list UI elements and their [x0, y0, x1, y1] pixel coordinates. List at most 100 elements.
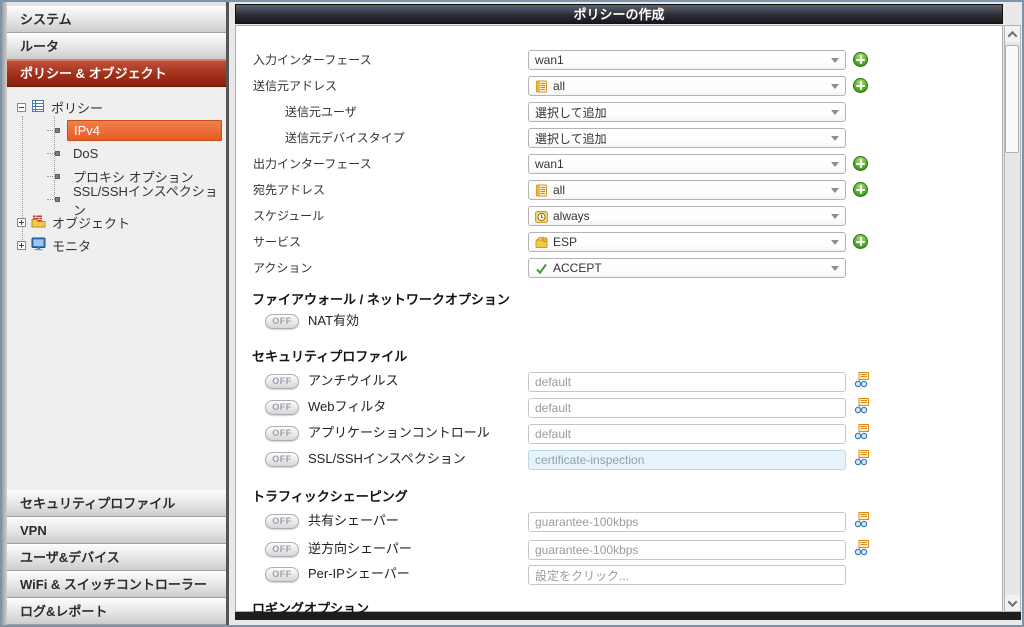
monitor-icon [31, 237, 46, 254]
add-interface-button[interactable] [853, 52, 868, 67]
sidebar-item-router[interactable]: ルータ [7, 33, 226, 60]
chevron-down-icon [831, 136, 839, 141]
field-value: 選択して追加 [535, 130, 607, 147]
tree-leaf-ipv4[interactable]: IPv4 [7, 119, 226, 142]
app-window: システム ルータ ポリシー & オブジェクト ポリシー IPv4 [0, 0, 1024, 627]
tree-leaf-dos[interactable]: DoS [7, 142, 226, 165]
sidebar-item-vpn[interactable]: VPN [7, 517, 226, 544]
add-source-address-button[interactable] [853, 78, 868, 93]
field-value: wan1 [535, 157, 564, 171]
nat-toggle[interactable]: OFF [265, 314, 299, 329]
source-address-label: 送信元アドレス [253, 76, 337, 96]
chevron-down-icon [831, 266, 839, 271]
tree-leaf-label: IPv4 [67, 120, 222, 141]
sidebar-item-security-profiles[interactable]: セキュリティプロファイル [7, 490, 226, 517]
per-ip-shaper-label: Per-IPシェーパー [308, 565, 410, 585]
sidebar-item-wifi-switch-controller[interactable]: WiFi & スイッチコントローラー [7, 571, 226, 598]
sidebar-item-policy-objects[interactable]: ポリシー & オブジェクト [7, 60, 226, 87]
tree-bullet-icon [55, 197, 60, 202]
outgoing-interface-select[interactable]: wan1 [528, 154, 846, 174]
antivirus-profile-input[interactable]: default [528, 372, 846, 392]
main-panel: ポリシーの作成 入力インターフェース wan1 送信元アドレス all 送信元ユ… [232, 2, 1022, 625]
address-book-icon [535, 184, 548, 197]
chevron-up-icon [1008, 30, 1018, 40]
ssl-ssh-inspection-label: SSL/SSHインスペクション [308, 450, 466, 470]
tree-node-label: モニタ [52, 236, 91, 255]
ssl-ssh-inspection-profile-input[interactable]: certificate-inspection [528, 450, 846, 470]
accept-check-icon [535, 262, 548, 275]
section-title-traffic-shaping: トラフィックシェーピング [252, 486, 408, 505]
web-filter-toggle[interactable]: OFF [265, 400, 299, 415]
panel-bottom-band [235, 612, 1021, 620]
add-interface-button[interactable] [853, 156, 868, 171]
chevron-down-icon [831, 240, 839, 245]
source-device-type-select[interactable]: 選択して追加 [528, 128, 846, 148]
tree-leaf-ssl-ssh-inspection[interactable]: SSL/SSHインスペクション [7, 188, 226, 211]
sidebar-item-user-device[interactable]: ユーザ&デバイス [7, 544, 226, 571]
field-value: all [553, 183, 565, 197]
source-user-label: 送信元ユーザ [285, 102, 357, 122]
application-control-toggle[interactable]: OFF [265, 426, 299, 441]
view-shaper-icon[interactable] [854, 512, 870, 528]
chevron-down-icon [831, 58, 839, 63]
per-ip-shaper-input[interactable]: 設定をクリック... [528, 565, 846, 585]
web-filter-profile-input[interactable]: default [528, 398, 846, 418]
tree-node-monitor[interactable]: モニタ [7, 234, 226, 257]
chevron-down-icon [831, 84, 839, 89]
action-select[interactable]: ACCEPT [528, 258, 846, 278]
view-profile-icon[interactable] [854, 450, 870, 466]
application-control-profile-input[interactable]: default [528, 424, 846, 444]
per-ip-shaper-toggle[interactable]: OFF [265, 567, 299, 582]
sidebar: システム ルータ ポリシー & オブジェクト ポリシー IPv4 [2, 2, 229, 625]
field-value: ESP [553, 235, 577, 249]
chevron-down-icon [831, 214, 839, 219]
scrollbar-thumb[interactable] [1005, 45, 1019, 153]
field-value: wan1 [535, 53, 564, 67]
tree-bullet-icon [55, 151, 60, 156]
add-destination-address-button[interactable] [853, 182, 868, 197]
application-control-label: アプリケーションコントロール [308, 424, 490, 444]
antivirus-toggle[interactable]: OFF [265, 374, 299, 389]
expand-plus-icon[interactable] [17, 218, 26, 227]
section-title-firewall-network-options: ファイアウォール / ネットワークオプション [252, 289, 510, 308]
view-profile-icon[interactable] [854, 424, 870, 440]
tree-node-objects[interactable]: オブジェクト [7, 211, 226, 234]
destination-address-label: 宛先アドレス [253, 180, 325, 200]
reverse-shaper-label: 逆方向シェーパー [308, 540, 412, 560]
shared-shaper-toggle[interactable]: OFF [265, 514, 299, 529]
source-address-select[interactable]: all [528, 76, 846, 96]
source-user-select[interactable]: 選択して追加 [528, 102, 846, 122]
destination-address-select[interactable]: all [528, 180, 846, 200]
schedule-select[interactable]: always [528, 206, 846, 226]
view-shaper-icon[interactable] [854, 540, 870, 556]
view-profile-icon[interactable] [854, 398, 870, 414]
service-select[interactable]: ESP [528, 232, 846, 252]
field-value: all [553, 79, 565, 93]
sidebar-item-log-report[interactable]: ログ&レポート [7, 598, 226, 625]
chevron-down-icon [831, 110, 839, 115]
section-title-security-profiles: セキュリティプロファイル [252, 346, 407, 365]
vertical-scrollbar[interactable] [1004, 25, 1021, 612]
view-profile-icon[interactable] [854, 372, 870, 388]
sidebar-item-system[interactable]: システム [7, 6, 226, 33]
add-service-button[interactable] [853, 234, 868, 249]
expand-plus-icon[interactable] [17, 241, 26, 250]
collapse-minus-icon[interactable] [17, 103, 26, 112]
reverse-shaper-input[interactable]: guarantee-100kbps [528, 540, 846, 560]
ssl-ssh-inspection-toggle[interactable]: OFF [265, 452, 299, 467]
chevron-down-icon [831, 162, 839, 167]
incoming-interface-select[interactable]: wan1 [528, 50, 846, 70]
tree-bullet-icon [55, 128, 60, 133]
tree-node-policy[interactable]: ポリシー [7, 96, 226, 119]
sidebar-tree: ポリシー IPv4 DoS プロキシ オプション SSL/SSHインスペクション [7, 87, 226, 490]
scroll-down-button[interactable] [1005, 595, 1020, 611]
chevron-down-icon [1008, 597, 1018, 607]
tree-node-label: ポリシー [51, 98, 103, 117]
reverse-shaper-toggle[interactable]: OFF [265, 542, 299, 557]
scroll-up-button[interactable] [1005, 26, 1020, 42]
shared-shaper-input[interactable]: guarantee-100kbps [528, 512, 846, 532]
address-book-icon [535, 80, 548, 93]
chevron-down-icon [831, 188, 839, 193]
policy-list-icon [31, 99, 45, 116]
field-value: 選択して追加 [535, 104, 607, 121]
